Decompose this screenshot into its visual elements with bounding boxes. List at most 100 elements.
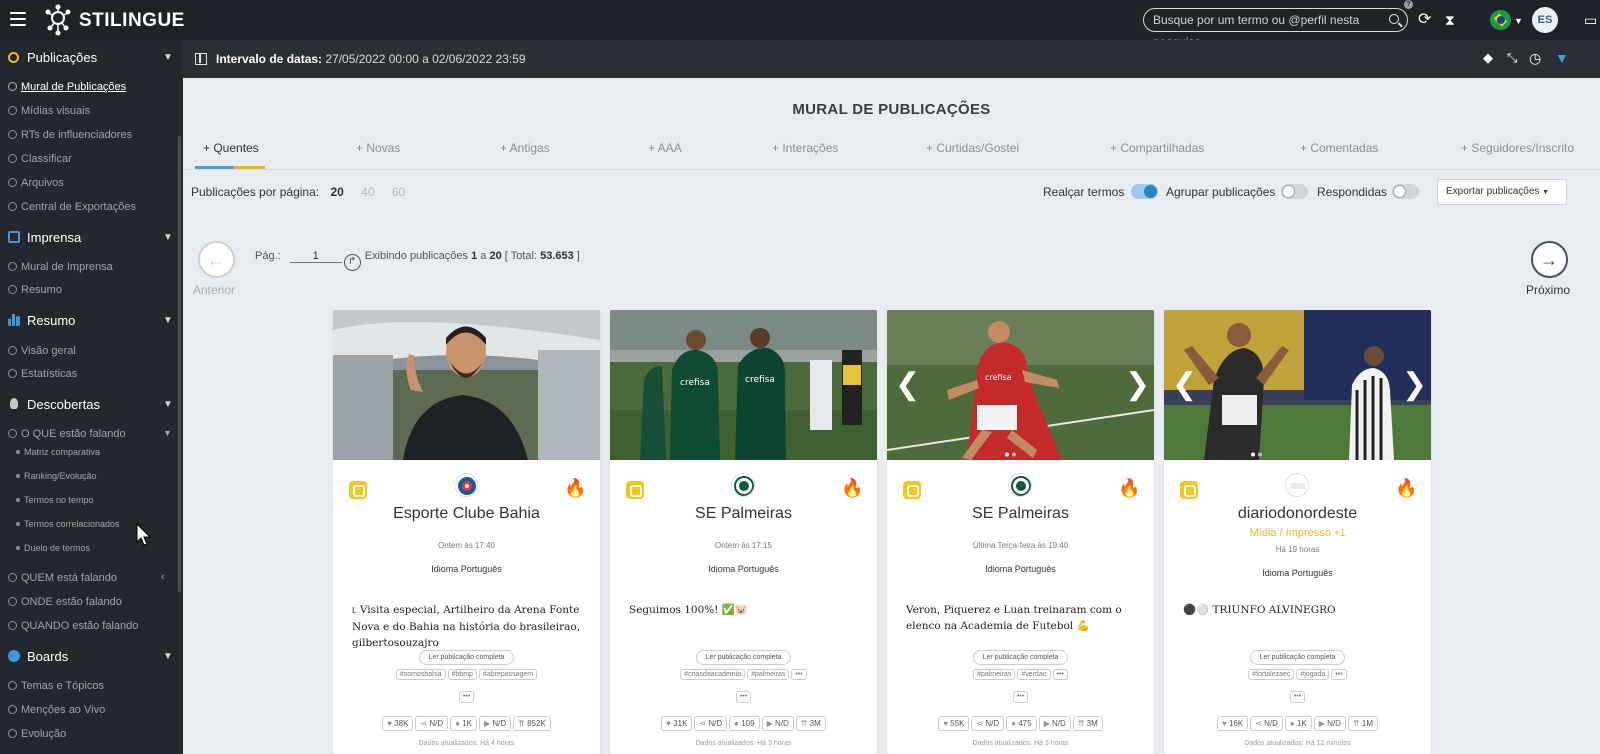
sidebar-item-midias-visuais[interactable]: Mídias visuais: [8, 104, 90, 118]
expand-icon[interactable]: ⤡: [1507, 48, 1517, 68]
tab-seguidores[interactable]: + Seguidores/Inscrito: [1461, 141, 1574, 155]
hashtag[interactable]: #bbmp: [447, 669, 477, 680]
sidebar-item-quando-estao-falando[interactable]: QUANDO estão falando: [8, 619, 138, 633]
agrupar-publicacoes-toggle[interactable]: [1281, 184, 1308, 199]
brazil-flag-icon[interactable]: [1490, 10, 1511, 30]
sidebar-item-visao-geral[interactable]: Visão geral: [8, 344, 76, 358]
tab-quentes[interactable]: + Quentes: [203, 141, 259, 155]
sidebar-subitem-ranking[interactable]: Ranking/Evolução: [16, 471, 97, 481]
publication-card[interactable]: crefisa crefisa 🔥 SE Palmeiras Ontem às …: [610, 310, 877, 754]
profile-logo[interactable]: [1008, 473, 1032, 497]
sidebar-item-quem-esta-falando[interactable]: QUEM está falando: [8, 571, 117, 585]
tab-novas[interactable]: + Novas: [356, 141, 400, 155]
sidebar-scrollbar[interactable]: [178, 136, 181, 592]
menu-icon[interactable]: [10, 12, 26, 26]
sidebar-subitem-termos-correlacionados[interactable]: Termos correlacionados: [16, 519, 120, 529]
carousel-prev-icon[interactable]: ❮: [895, 370, 920, 400]
sidebar-item-mural-imprensa[interactable]: Mural de Imprensa: [8, 260, 113, 274]
publication-card[interactable]: ❮ ❯ 🔥 diariodonordeste Mídia / Impresso …: [1164, 310, 1431, 754]
post-image[interactable]: crefisa crefisa: [610, 310, 877, 460]
sidebar-item-classificar[interactable]: Classificar: [8, 152, 72, 166]
hashtag[interactable]: #criasdaacademia: [680, 669, 746, 680]
profile-logo[interactable]: [1285, 473, 1309, 497]
sidebar-subitem-termos-tempo[interactable]: Termos no tempo: [16, 495, 94, 505]
more-button[interactable]: •••: [887, 685, 1154, 703]
read-more-button[interactable]: Ler publicação completa: [333, 646, 600, 665]
tab-comentadas[interactable]: + Comentadas: [1300, 141, 1378, 155]
per-page-40[interactable]: 40: [361, 185, 374, 199]
tab-aaa[interactable]: + AAA: [648, 141, 682, 155]
refresh-icon[interactable]: ⟳: [1418, 10, 1431, 30]
sidebar-item-resumo-imprensa[interactable]: Resumo: [8, 283, 62, 297]
more-button[interactable]: •••: [1164, 685, 1431, 703]
hashtag[interactable]: #jogada: [1296, 669, 1330, 680]
post-image[interactable]: ❮ ❯: [1164, 310, 1431, 460]
more-button[interactable]: •••: [333, 685, 600, 703]
more-button[interactable]: •••: [1331, 669, 1347, 680]
chevron-down-icon[interactable]: ▼: [1514, 11, 1523, 31]
previous-page-button[interactable]: ←: [198, 241, 235, 278]
realcar-termos-toggle[interactable]: [1131, 184, 1158, 199]
next-page-button[interactable]: →: [1531, 241, 1568, 278]
tab-curtidas[interactable]: + Curtidas/Gostei: [926, 141, 1019, 155]
eraser-icon[interactable]: ◆: [1483, 48, 1493, 68]
per-page-60[interactable]: 60: [392, 185, 405, 199]
tab-antigas[interactable]: + Antigas: [500, 141, 550, 155]
hashtag[interactable]: #fortalezaec: [1248, 669, 1295, 680]
previous-label[interactable]: Anterior: [193, 283, 235, 297]
read-more-button[interactable]: Ler publicação completa: [887, 646, 1154, 665]
sidebar-item-mencoes-ao-vivo[interactable]: Menções ao Vivo: [8, 703, 105, 717]
profile-logo[interactable]: [731, 473, 755, 497]
profile-logo[interactable]: [454, 473, 478, 497]
clock-icon[interactable]: ◷: [1529, 48, 1541, 68]
tab-interacoes[interactable]: + Interações: [772, 141, 838, 155]
sidebar-section-resumo[interactable]: Resumo ▼: [0, 308, 183, 334]
sidebar-item-rts-influenciadores[interactable]: RTs de influenciadores: [8, 128, 132, 142]
sidebar-section-descobertas[interactable]: Descobertas ▼: [0, 392, 183, 418]
post-image[interactable]: crefisa ❮ ❯: [887, 310, 1154, 460]
profile-name[interactable]: SE Palmeiras: [887, 505, 1154, 523]
sidebar-item-central-exportacoes[interactable]: Central de Exportações: [8, 200, 136, 214]
sidebar-section-publicacoes[interactable]: Publicações ▼: [0, 45, 183, 71]
sidebar-item-onde-estao-falando[interactable]: ONDE estão falando: [8, 595, 122, 609]
hashtag[interactable]: #abrepassagem: [478, 669, 538, 680]
post-image[interactable]: [333, 310, 600, 460]
sidebar-item-arquivos[interactable]: Arquivos: [8, 176, 64, 190]
sidebar-item-estatisticas[interactable]: Estatísticas: [8, 367, 77, 381]
sidebar-subitem-matriz[interactable]: Matriz comparativa: [16, 447, 100, 457]
page-input[interactable]: 1: [289, 250, 342, 263]
publication-card[interactable]: 🔥 Esporte Clube Bahia Ontem às 17:40 Idi…: [333, 310, 600, 754]
sidebar-subitem-duelo[interactable]: Duelo de termos: [16, 543, 90, 553]
more-button[interactable]: •••: [610, 685, 877, 703]
sidebar-item-evolucao[interactable]: Evolução: [8, 727, 66, 741]
sidebar-section-boards[interactable]: Boards ▼: [0, 644, 183, 670]
chevron-down-icon[interactable]: ▼: [163, 426, 172, 440]
go-page-icon[interactable]: ↱: [343, 254, 361, 271]
more-button[interactable]: •••: [791, 669, 807, 680]
sidebar-section-imprensa[interactable]: Imprensa ▼: [0, 225, 183, 251]
avatar[interactable]: ES: [1532, 7, 1558, 33]
more-button[interactable]: •••: [1052, 669, 1068, 680]
feedback-icon[interactable]: ▭: [1584, 10, 1597, 30]
sidebar-item-temas-topicos[interactable]: Temas e Tópicos: [8, 679, 104, 693]
search-icon[interactable]: [1389, 14, 1399, 24]
profile-name[interactable]: SE Palmeiras: [610, 505, 877, 523]
chevron-left-icon[interactable]: ‹: [161, 570, 165, 584]
carousel-dots[interactable]: [1004, 444, 1016, 457]
publication-card[interactable]: crefisa ❮ ❯ 🔥 SE Palmeiras Última Terça-…: [887, 310, 1154, 754]
per-page-20[interactable]: 20: [330, 185, 343, 199]
tab-compartilhadas[interactable]: + Compartilhadas: [1110, 141, 1204, 155]
read-more-button[interactable]: Ler publicação completa: [610, 646, 877, 665]
carousel-next-icon[interactable]: ❯: [1402, 370, 1427, 400]
sidebar-item-mural-publicacoes[interactable]: Mural de Publicações: [8, 80, 126, 94]
sidebar-item-o-que-estao-falando[interactable]: O QUE estão falando: [8, 427, 126, 441]
hashtag[interactable]: #somosbahia: [395, 669, 446, 680]
next-label[interactable]: Próximo: [1526, 283, 1570, 297]
carousel-prev-icon[interactable]: ❮: [1172, 370, 1197, 400]
hashtag[interactable]: #verdao: [1017, 669, 1051, 680]
date-range-value[interactable]: 27/05/2022 00:00 a 02/06/2022 23:59: [322, 52, 525, 66]
respondidas-toggle[interactable]: [1392, 184, 1419, 199]
profile-name[interactable]: Esporte Clube Bahia: [333, 505, 600, 523]
hourglass-icon[interactable]: ⧗: [1445, 10, 1455, 30]
search-input[interactable]: Busque por um termo ou @perfil nesta pes…: [1143, 8, 1408, 49]
